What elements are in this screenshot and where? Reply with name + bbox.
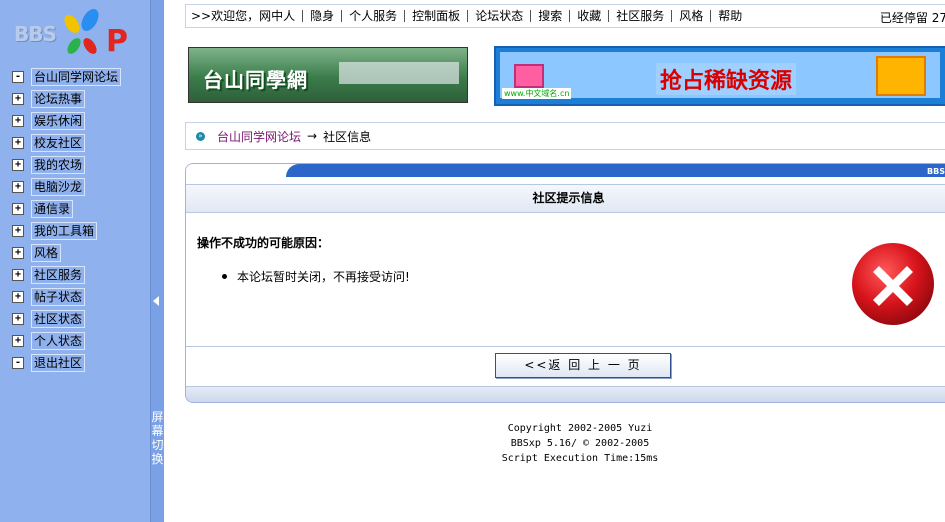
error-x-icon xyxy=(852,243,934,325)
welcome-label: >>欢迎您， xyxy=(191,9,260,23)
expand-toggle-icon[interactable]: + xyxy=(12,181,24,193)
banner-scenery xyxy=(339,62,459,84)
nav-invisible[interactable]: 隐身 xyxy=(302,10,341,22)
gift-box-icon xyxy=(876,56,926,96)
nav-favorites[interactable]: 收藏 xyxy=(569,10,608,22)
sidebar-item-label[interactable]: 我的工具箱 xyxy=(31,222,98,240)
expand-toggle-icon[interactable]: + xyxy=(12,93,24,105)
sidebar-item-label[interactable]: 校友社区 xyxy=(31,134,86,152)
butterfly-logo-icon xyxy=(64,9,99,54)
expand-toggle-icon[interactable]: + xyxy=(12,159,24,171)
screen-toggle-splitter[interactable]: 屏幕切换 xyxy=(150,0,164,522)
sidebar-item-label[interactable]: 社区服务 xyxy=(31,266,86,284)
sidebar-item-label[interactable]: 论坛热事 xyxy=(31,90,86,108)
nav-username[interactable]: 网中人 xyxy=(259,9,295,23)
expand-toggle-icon[interactable]: + xyxy=(12,203,24,215)
execution-time: Script Execution Time:15ms xyxy=(501,453,659,464)
panel-header: BBS xyxy=(186,164,945,184)
sidebar-item-label[interactable]: 我的农场 xyxy=(31,156,86,174)
collapse-toggle-icon[interactable]: - xyxy=(12,357,24,369)
sidebar-item-label[interactable]: 娱乐休闲 xyxy=(31,112,86,130)
error-reason-item: 本论坛暂时关闭，不再接受访问! xyxy=(222,268,410,285)
sidebar-item-hot-topics[interactable]: + 论坛热事 xyxy=(12,89,86,109)
expand-toggle-icon[interactable]: + xyxy=(12,291,24,303)
nav-control-panel[interactable]: 控制面板 xyxy=(404,10,467,22)
nav-search[interactable]: 搜索 xyxy=(530,10,569,22)
sidebar-item-toolbox[interactable]: + 我的工具箱 xyxy=(12,221,98,241)
breadcrumb-arrow-icon: » xyxy=(196,131,205,141)
expand-toggle-icon[interactable]: + xyxy=(12,247,24,259)
collapse-left-arrow-icon[interactable] xyxy=(153,296,159,306)
sidebar-item-logout[interactable]: - 退出社区 xyxy=(12,353,86,373)
expand-toggle-icon[interactable]: + xyxy=(12,137,24,149)
sidebar-item-alumni[interactable]: + 校友社区 xyxy=(12,133,86,153)
expand-toggle-icon[interactable]: + xyxy=(12,225,24,237)
error-heading: 操作不成功的可能原因： xyxy=(197,236,330,250)
sidebar-item-forum[interactable]: - 台山同学网论坛 xyxy=(12,67,122,87)
logo-letter: P xyxy=(106,24,128,59)
banner-site-title: 台山同學網 xyxy=(203,68,308,92)
expand-toggle-icon[interactable]: + xyxy=(12,335,24,347)
sidebar-item-label[interactable]: 风格 xyxy=(31,244,62,262)
nav-style[interactable]: 风格 xyxy=(671,10,710,22)
ad-slogan: 抢占稀缺资源 xyxy=(656,63,797,95)
panel-title: 社区提示信息 xyxy=(186,184,945,213)
sidebar-item-label[interactable]: 台山同学网论坛 xyxy=(31,68,122,86)
sidebar-item-label[interactable]: 个人状态 xyxy=(31,332,86,350)
logo-text: BBS xyxy=(14,22,57,46)
error-reason-text: 本论坛暂时关闭，不再接受访问! xyxy=(237,270,410,284)
sidebar-item-label[interactable]: 帖子状态 xyxy=(31,288,86,306)
sidebar-item-farm[interactable]: + 我的农场 xyxy=(12,155,86,175)
message-panel: BBS 社区提示信息 操作不成功的可能原因： 本论坛暂时关闭，不再接受访问! <… xyxy=(185,163,945,403)
computer-icon xyxy=(514,64,544,88)
sidebar-item-label[interactable]: 电脑沙龙 xyxy=(31,178,86,196)
bbsxp-logo[interactable]: BBS P xyxy=(14,4,129,60)
sidebar-item-label[interactable]: 社区状态 xyxy=(31,310,86,328)
expand-toggle-icon[interactable]: + xyxy=(12,269,24,281)
sidebar-item-computer-salon[interactable]: + 电脑沙龙 xyxy=(12,177,86,197)
version-line: BBSxp 5.16/ © 2002-2005 xyxy=(510,438,650,449)
screen-toggle-label[interactable]: 屏幕切换 xyxy=(151,410,164,466)
stay-time: 已经停留 27 xyxy=(879,11,945,25)
nav-forum-status[interactable]: 论坛状态 xyxy=(467,10,530,22)
sidebar-item-community-status[interactable]: + 社区状态 xyxy=(12,309,86,329)
ad-domain-text: www.中文域名.cn xyxy=(502,88,572,99)
sidebar-item-community-service[interactable]: + 社区服务 xyxy=(12,265,86,285)
expand-toggle-icon[interactable]: + xyxy=(12,313,24,325)
panel-header-bar xyxy=(286,164,945,177)
panel-header-tag: BBS xyxy=(927,167,945,176)
welcome-text: >>欢迎您，网中人 xyxy=(186,10,302,22)
breadcrumb-forum-link[interactable]: 台山同学网论坛 xyxy=(217,128,301,145)
breadcrumb-separator: → xyxy=(307,129,318,143)
breadcrumb-current: 社区信息 xyxy=(323,129,372,144)
collapse-toggle-icon[interactable]: - xyxy=(12,71,24,83)
sidebar-item-personal-status[interactable]: + 个人状态 xyxy=(12,331,86,351)
nav-help[interactable]: 帮助 xyxy=(710,10,749,22)
bullet-icon xyxy=(222,274,227,279)
ad-banner[interactable]: www.中文域名.cn 抢占稀缺资源 xyxy=(494,46,945,106)
sidebar-item-label[interactable]: 退出社区 xyxy=(31,354,86,372)
sidebar-item-style[interactable]: + 风格 xyxy=(12,243,62,263)
sidebar-item-entertainment[interactable]: + 娱乐休闲 xyxy=(12,111,86,131)
top-nav-bar: >>欢迎您，网中人 隐身 个人服务 控制面板 论坛状态 搜索 收藏 社区服务 风… xyxy=(185,4,945,28)
sidebar-item-label[interactable]: 通信录 xyxy=(31,200,74,218)
copyright-line: Copyright 2002-2005 Yuzi xyxy=(507,423,653,434)
panel-footer-bar xyxy=(186,386,945,402)
panel-divider xyxy=(186,346,945,347)
nav-community-service[interactable]: 社区服务 xyxy=(608,10,671,22)
breadcrumb: » 台山同学网论坛 → 社区信息 xyxy=(185,122,945,150)
page-footer: Copyright 2002-2005 Yuzi BBSxp 5.16/ © 2… xyxy=(450,421,710,466)
sidebar-item-post-status[interactable]: + 帖子状态 xyxy=(12,287,86,307)
sidebar: BBS P - 台山同学网论坛 + 论坛热事 + 娱乐休闲 + 校友社区 + 我… xyxy=(0,0,150,522)
site-banner[interactable]: 台山同學網 xyxy=(188,47,468,103)
go-back-button[interactable]: <<返 回 上 一 页 xyxy=(495,353,671,378)
expand-toggle-icon[interactable]: + xyxy=(12,115,24,127)
sidebar-item-address-book[interactable]: + 通信录 xyxy=(12,199,74,219)
nav-personal-service[interactable]: 个人服务 xyxy=(341,10,404,22)
